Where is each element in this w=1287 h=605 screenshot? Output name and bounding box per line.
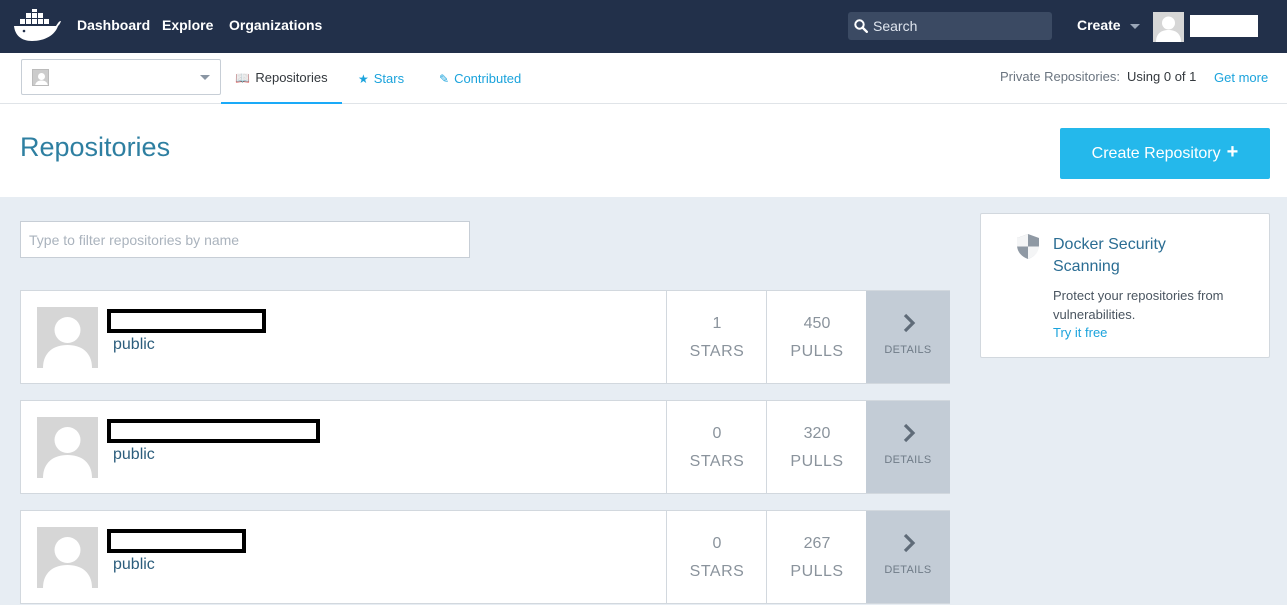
chevron-down-icon xyxy=(1129,23,1140,29)
security-description: Protect your repositories from vulnerabi… xyxy=(1053,288,1224,322)
nav-organizations[interactable]: Organizations xyxy=(229,17,322,33)
tab-repositories[interactable]: 📖 Repositories xyxy=(221,53,342,104)
nav-dashboard[interactable]: Dashboard xyxy=(77,17,150,33)
details-label: DETAILS xyxy=(884,454,932,466)
pulls-count: 267 xyxy=(803,535,831,552)
repository-avatar xyxy=(37,307,98,368)
stars-count: 0 xyxy=(712,535,722,552)
details-label: DETAILS xyxy=(884,564,932,576)
repository-avatar xyxy=(37,417,98,478)
sub-navbar: 📖 Repositories ★ Stars ✎ Contributed Pri… xyxy=(0,53,1287,104)
tab-repositories-label: Repositories xyxy=(255,70,328,85)
private-repos-usage: Using 0 of 1 xyxy=(1127,69,1197,84)
edit-icon: ✎ xyxy=(439,71,450,86)
security-title[interactable]: Docker Security Scanning xyxy=(1053,234,1233,278)
namespace-avatar xyxy=(32,69,49,86)
repository-visibility: public xyxy=(113,446,155,463)
pulls-label: PULLS xyxy=(790,453,844,470)
details-button[interactable]: DETAILS xyxy=(866,511,950,603)
stars-count: 0 xyxy=(712,425,722,442)
pulls-stat: 450 PULLS xyxy=(766,291,866,383)
user-avatar[interactable] xyxy=(1153,12,1184,42)
pulls-label: PULLS xyxy=(790,563,844,580)
chevron-right-icon xyxy=(903,423,916,443)
repository-filter-input[interactable] xyxy=(20,221,470,258)
create-repository-button[interactable]: Create Repository + xyxy=(1060,128,1270,179)
search-icon xyxy=(854,19,868,33)
page-title: Repositories xyxy=(20,132,171,162)
chevron-right-icon xyxy=(903,313,916,333)
tab-stars[interactable]: ★ Stars xyxy=(358,53,404,104)
tab-contributed[interactable]: ✎ Contributed xyxy=(439,53,521,104)
namespace-select[interactable] xyxy=(21,59,221,95)
get-more-link[interactable]: Get more xyxy=(1214,70,1268,85)
details-label: DETAILS xyxy=(884,344,932,356)
stars-label: STARS xyxy=(689,563,745,580)
repository-card[interactable]: public 0 STARS 267 PULLS DETAILS xyxy=(20,510,950,604)
plus-icon: + xyxy=(1226,141,1239,163)
username-redacted[interactable] xyxy=(1190,15,1258,37)
private-repos-label: Private Repositories: xyxy=(1000,69,1120,84)
repository-name-redacted[interactable] xyxy=(107,529,246,553)
star-icon: ★ xyxy=(358,71,369,86)
chevron-down-icon xyxy=(200,75,210,80)
repository-visibility: public xyxy=(113,336,155,353)
stars-count: 1 xyxy=(712,315,722,332)
shield-icon xyxy=(1017,234,1039,259)
repository-avatar xyxy=(37,527,98,588)
user-silhouette-icon xyxy=(1156,16,1181,42)
pulls-count: 450 xyxy=(803,315,831,332)
pulls-stat: 320 PULLS xyxy=(766,401,866,493)
pulls-label: PULLS xyxy=(790,343,844,360)
search-box xyxy=(848,12,1052,40)
docker-logo-icon[interactable] xyxy=(12,9,62,43)
book-icon: 📖 xyxy=(235,70,251,85)
nav-explore[interactable]: Explore xyxy=(162,17,213,33)
create-menu[interactable]: Create xyxy=(1077,17,1140,33)
page-header: Repositories Create Repository + xyxy=(0,104,1287,197)
stars-stat: 1 STARS xyxy=(666,291,766,383)
search-input[interactable] xyxy=(873,12,1048,40)
repository-card[interactable]: public 0 STARS 320 PULLS DETAILS xyxy=(20,400,950,494)
tab-contributed-label: Contributed xyxy=(454,71,522,86)
chevron-right-icon xyxy=(903,533,916,553)
stars-stat: 0 STARS xyxy=(666,401,766,493)
pulls-count: 320 xyxy=(803,425,831,442)
try-it-free-link[interactable]: Try it free xyxy=(1053,325,1107,340)
security-scanning-panel: Docker Security Scanning Protect your re… xyxy=(980,213,1270,358)
details-button[interactable]: DETAILS xyxy=(866,401,950,493)
stars-label: STARS xyxy=(689,343,745,360)
create-repository-label: Create Repository xyxy=(1091,144,1221,162)
pulls-stat: 267 PULLS xyxy=(766,511,866,603)
tab-stars-label: Stars xyxy=(373,71,405,86)
create-menu-label: Create xyxy=(1077,17,1121,33)
stars-stat: 0 STARS xyxy=(666,511,766,603)
stars-label: STARS xyxy=(689,453,745,470)
repository-name-redacted[interactable] xyxy=(107,309,266,333)
top-navbar: Dashboard Explore Organizations Create xyxy=(0,0,1287,53)
details-button[interactable]: DETAILS xyxy=(866,291,950,383)
repository-name-redacted[interactable] xyxy=(107,419,320,443)
repository-card[interactable]: public 1 STARS 450 PULLS DETAILS xyxy=(20,290,950,384)
repository-visibility: public xyxy=(113,556,155,573)
